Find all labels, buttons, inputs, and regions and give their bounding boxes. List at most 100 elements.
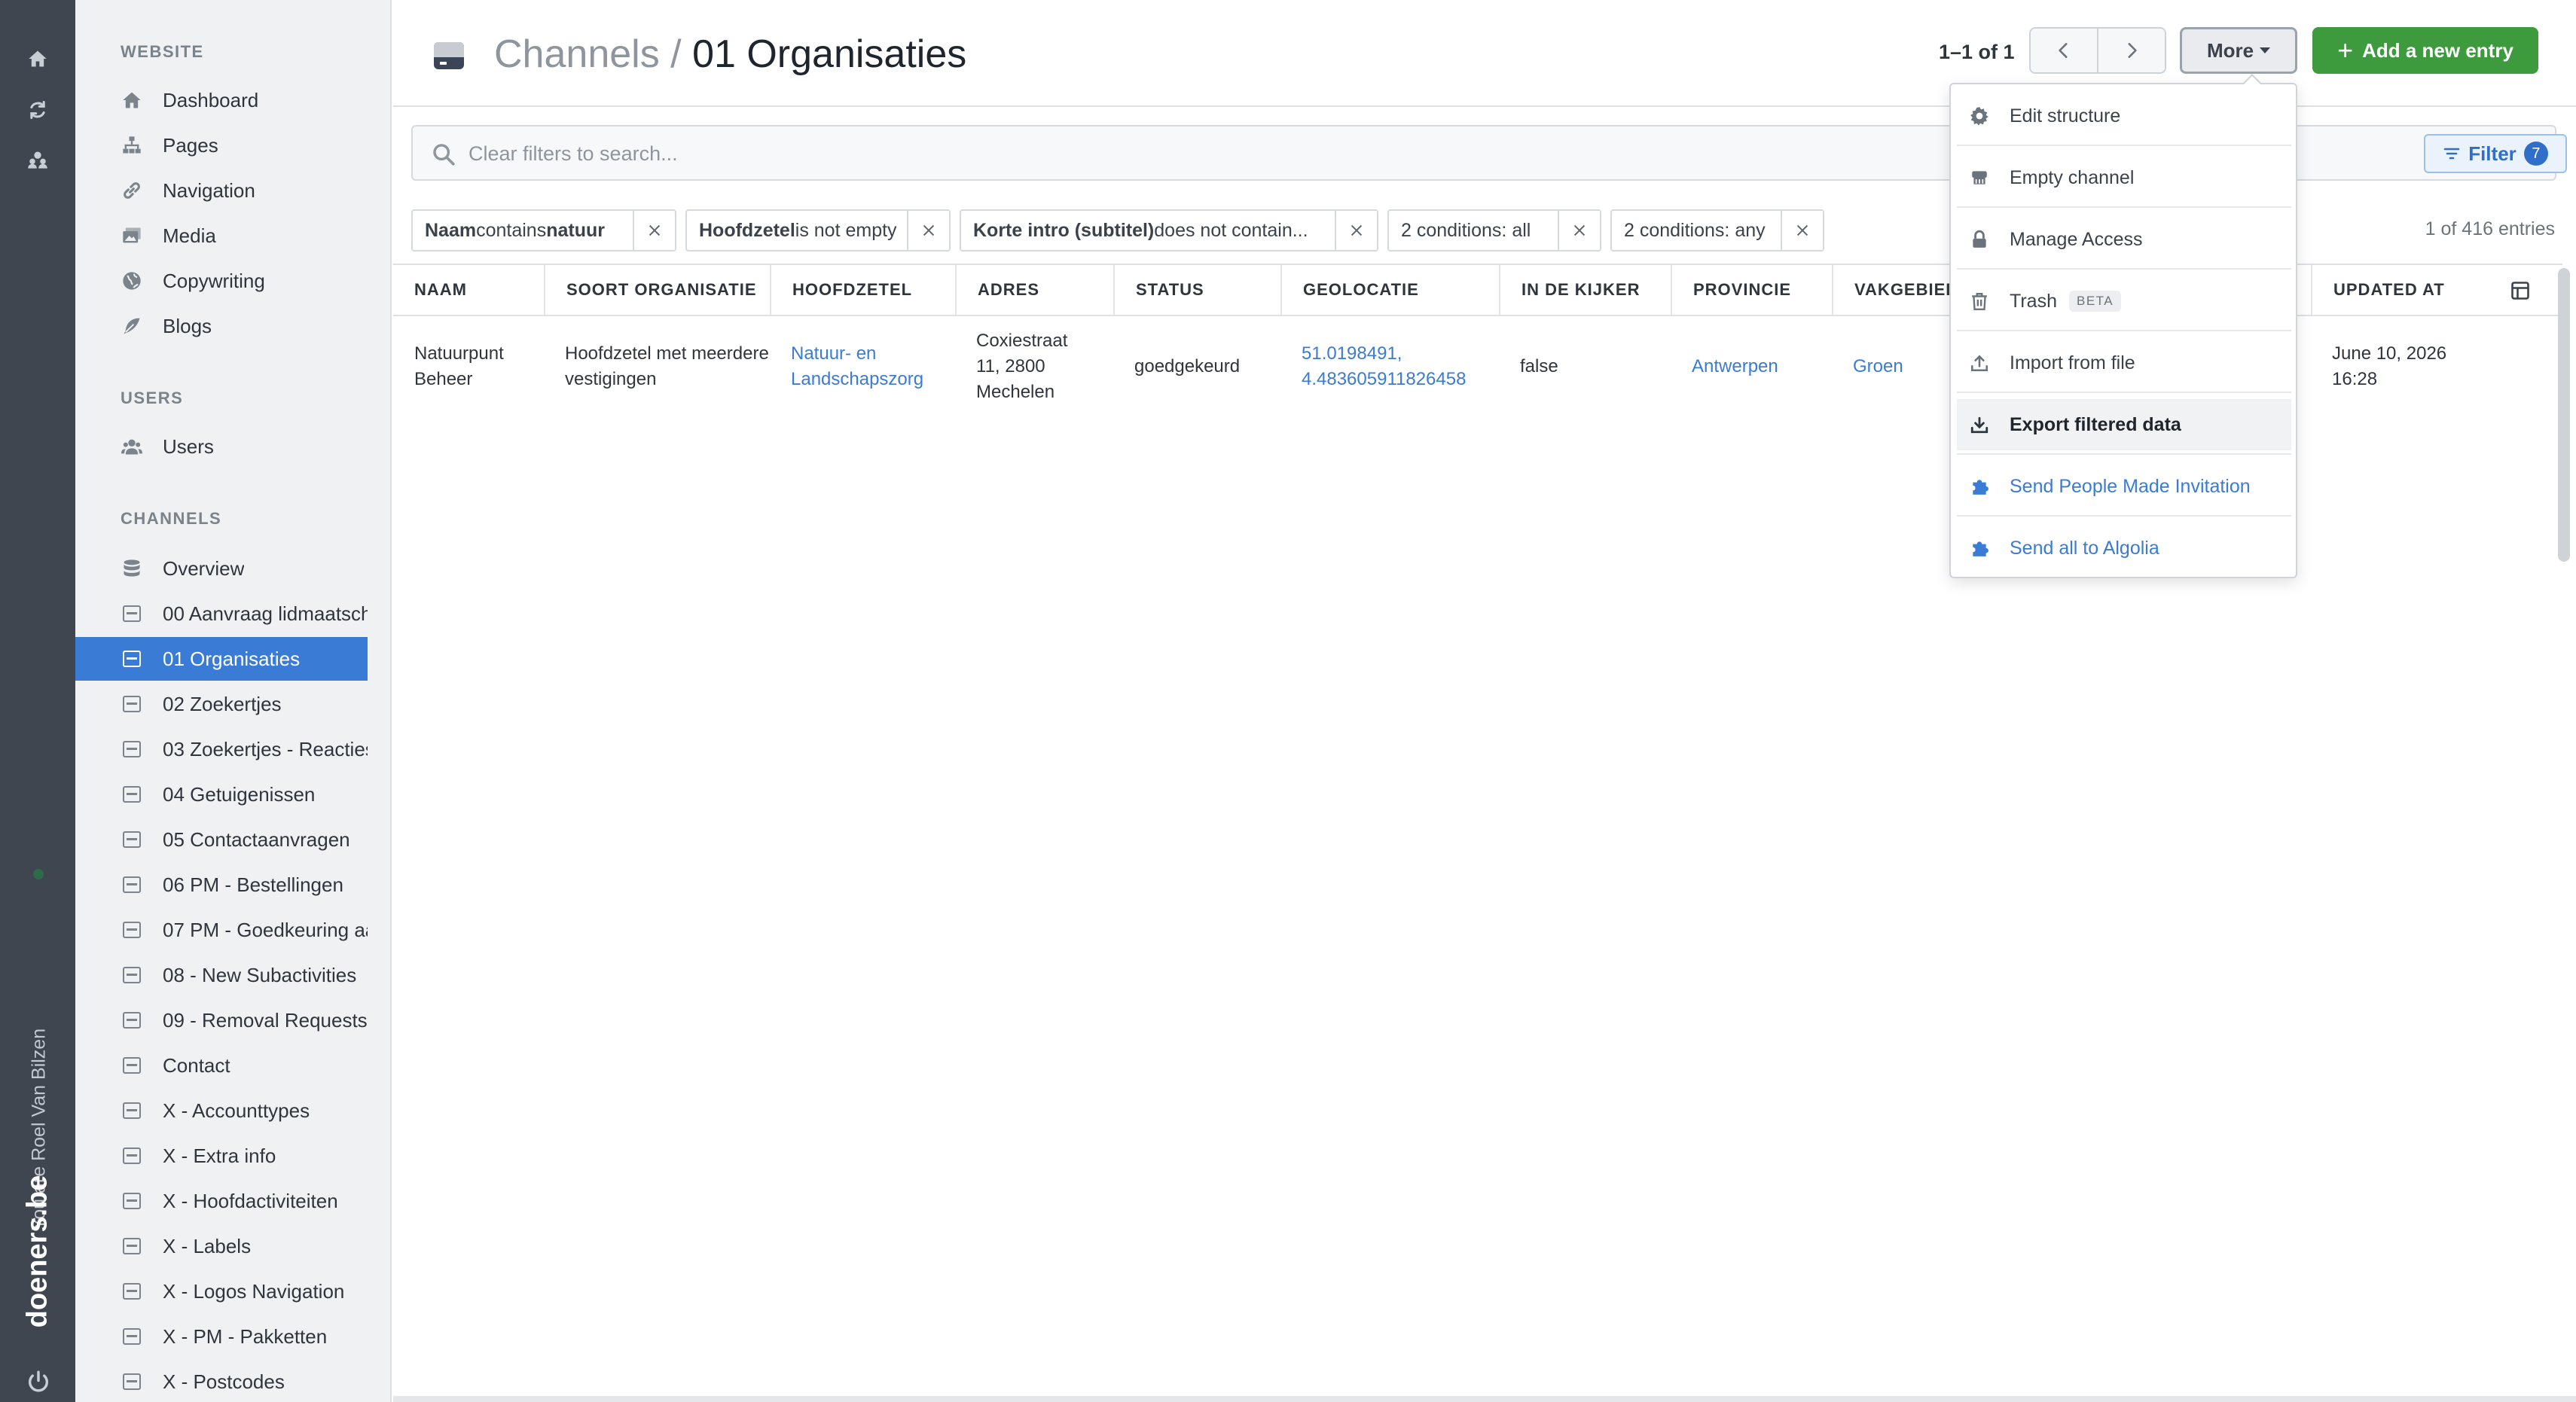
sidebar-item-users[interactable]: Users bbox=[75, 425, 368, 468]
sidebar-item-channel[interactable]: X - Logos Navigation bbox=[75, 1269, 368, 1313]
menu-item-label: Trash bbox=[2010, 290, 2057, 312]
filter-chip[interactable]: 2 conditions: all bbox=[1387, 209, 1601, 251]
sidebar-item-label: 05 Contactaanvragen bbox=[163, 827, 350, 851]
add-entry-button[interactable]: + Add a new entry bbox=[2312, 27, 2538, 74]
sidebar-item-overview[interactable]: Overview bbox=[75, 547, 368, 590]
filter-button[interactable]: Filter 7 bbox=[2424, 134, 2567, 173]
sidebar-item-label: 04 Getuigenissen bbox=[163, 782, 316, 806]
sidebar-item-channel[interactable]: 07 PM - Goedkeuring aanvragen bbox=[75, 908, 368, 952]
sidebar-item-label: X - Postcodes bbox=[163, 1370, 285, 1393]
filter-chip[interactable]: Korte intro (subtitel) does not contain.… bbox=[960, 209, 1378, 251]
menu-item-send-invitation[interactable]: Send People Made Invitation bbox=[1957, 461, 2291, 512]
filter-chip[interactable]: Naam contains natuur bbox=[411, 209, 676, 251]
menu-item-empty-channel[interactable]: Empty channel bbox=[1957, 152, 2291, 203]
menu-divider bbox=[1957, 330, 2291, 331]
table-scrollbar[interactable] bbox=[2558, 268, 2570, 562]
sidebar-item-label: X - Hoofdactiviteiten bbox=[163, 1189, 338, 1212]
next-page-button[interactable] bbox=[2097, 29, 2165, 72]
column-header[interactable]: STATUS bbox=[1113, 265, 1280, 315]
sidebar-item-channel[interactable]: 04 Getuigenissen bbox=[75, 773, 368, 816]
more-button-label: More bbox=[2206, 38, 2254, 62]
remove-filter-button[interactable] bbox=[1558, 211, 1600, 250]
channel-icon bbox=[121, 873, 143, 896]
power-icon[interactable] bbox=[26, 1369, 51, 1394]
page-title: Channels / 01 Organisaties bbox=[494, 32, 966, 77]
sidebar-item-label: Copywriting bbox=[163, 269, 265, 292]
menu-divider bbox=[1957, 145, 2291, 146]
trash-icon bbox=[1969, 291, 1990, 312]
column-header[interactable]: UPDATED AT bbox=[2311, 265, 2492, 315]
sidebar-item-channel-active[interactable]: 01 Organisaties bbox=[75, 637, 368, 681]
sidebar-item-dashboard[interactable]: Dashboard bbox=[75, 78, 368, 122]
sidebar-item-channel[interactable]: 09 - Removal Requests bbox=[75, 998, 368, 1042]
sidebar-item-label: X - Extra info bbox=[163, 1144, 276, 1167]
remove-filter-button[interactable] bbox=[633, 211, 675, 250]
channel-icon bbox=[121, 693, 143, 715]
remove-filter-button[interactable] bbox=[907, 211, 949, 250]
puzzle-icon bbox=[1969, 538, 1990, 559]
sidebar-item-channel[interactable]: X - Labels bbox=[75, 1224, 368, 1268]
column-header[interactable]: PROVINCIE bbox=[1671, 265, 1832, 315]
caret-down-icon bbox=[2260, 47, 2271, 53]
sidebar-item-navigation[interactable]: Navigation bbox=[75, 169, 368, 212]
remove-filter-button[interactable] bbox=[1335, 211, 1377, 250]
filter-chip[interactable]: 2 conditions: any bbox=[1610, 209, 1824, 251]
home-icon bbox=[121, 89, 143, 111]
sidebar-item-channel[interactable]: 08 - New Subactivities bbox=[75, 953, 368, 997]
sidebar-item-channel[interactable]: X - Accounttypes bbox=[75, 1089, 368, 1132]
sidebar-item-label: X - PM - Pakketten bbox=[163, 1324, 328, 1348]
sidebar-item-channel[interactable]: 02 Zoekertjes bbox=[75, 682, 368, 726]
chevron-left-icon bbox=[2059, 43, 2068, 58]
sidebar-item-channel[interactable]: X - Postcodes bbox=[75, 1360, 368, 1402]
home-icon[interactable] bbox=[26, 47, 50, 71]
cell-soort: Hoofdzetel met meerdere vestigingen bbox=[565, 343, 769, 389]
menu-item-manage-access[interactable]: Manage Access bbox=[1957, 214, 2291, 265]
brand-logo[interactable]: doeners.be bbox=[22, 1175, 54, 1328]
chip-operator: 2 conditions: any bbox=[1624, 219, 1766, 241]
menu-item-trash[interactable]: Trash BETA bbox=[1957, 276, 2291, 327]
sidebar-item-copywriting[interactable]: Copywriting bbox=[75, 259, 368, 303]
sidebar-item-channel[interactable]: X - PM - Pakketten bbox=[75, 1315, 368, 1358]
prev-page-button[interactable] bbox=[2031, 29, 2097, 72]
sidebar-item-label: Blogs bbox=[163, 314, 212, 337]
sync-icon[interactable] bbox=[26, 98, 50, 122]
column-header[interactable]: SOORT ORGANISATIE bbox=[544, 265, 770, 315]
column-header[interactable]: IN DE KIJKER bbox=[1499, 265, 1671, 315]
sidebar-item-media[interactable]: Media bbox=[75, 214, 368, 258]
column-header[interactable]: ADRES bbox=[955, 265, 1113, 315]
remove-filter-button[interactable] bbox=[1781, 211, 1823, 250]
sidebar-item-channel[interactable]: X - Extra info bbox=[75, 1134, 368, 1178]
cell-geolocatie-link[interactable]: 51.0198491, 4.483605911826458 bbox=[1280, 318, 1499, 416]
column-header[interactable]: HOOFDZETEL bbox=[770, 265, 955, 315]
columns-config-icon[interactable] bbox=[2510, 280, 2531, 301]
sidebar-item-channel[interactable]: Contact bbox=[75, 1044, 368, 1087]
sidebar-item-label: 03 Zoekertjes - Reacties bbox=[163, 737, 368, 760]
chip-value: natuur bbox=[546, 219, 605, 241]
sidebar-item-pages[interactable]: Pages bbox=[75, 123, 368, 167]
more-button[interactable]: More bbox=[2180, 27, 2297, 74]
sidebar-item-label: 08 - New Subactivities bbox=[163, 963, 357, 986]
breadcrumb-channels[interactable]: Channels bbox=[494, 32, 660, 76]
menu-item-import[interactable]: Import from file bbox=[1957, 337, 2291, 389]
menu-divider bbox=[1957, 392, 2291, 393]
sidebar-item-label: X - Logos Navigation bbox=[163, 1279, 345, 1303]
sidebar-item-label: Pages bbox=[163, 133, 218, 157]
channel-icon bbox=[121, 1235, 143, 1257]
sidebar-item-channel[interactable]: 05 Contactaanvragen bbox=[75, 818, 368, 861]
sidebar-item-channel[interactable]: 06 PM - Bestellingen bbox=[75, 863, 368, 907]
sidebar-item-channel[interactable]: 03 Zoekertjes - Reacties bbox=[75, 727, 368, 771]
sidebar-item-channel[interactable]: X - Hoofdactiviteiten bbox=[75, 1179, 368, 1223]
filter-chip[interactable]: Hoofdzetel is not empty bbox=[685, 209, 951, 251]
sidebar-item-channel[interactable]: 00 Aanvraag lidmaatschap bbox=[75, 592, 368, 635]
search-input[interactable] bbox=[469, 137, 2126, 170]
cell-provincie-link[interactable]: Antwerpen bbox=[1671, 318, 1832, 416]
cell-hoofdzetel-link[interactable]: Natuur- en Landschapszorg bbox=[770, 318, 955, 416]
sidebar-item-blogs[interactable]: Blogs bbox=[75, 304, 368, 348]
column-header[interactable]: GEOLOCATIE bbox=[1280, 265, 1499, 315]
menu-item-export-filtered[interactable]: Export filtered data bbox=[1957, 399, 2291, 450]
menu-item-send-algolia[interactable]: Send all to Algolia bbox=[1957, 523, 2291, 574]
users-switch-icon[interactable] bbox=[26, 148, 50, 172]
column-header[interactable]: NAAM bbox=[393, 265, 544, 315]
channel-icon bbox=[121, 1280, 143, 1303]
menu-item-edit-structure[interactable]: Edit structure bbox=[1957, 90, 2291, 142]
